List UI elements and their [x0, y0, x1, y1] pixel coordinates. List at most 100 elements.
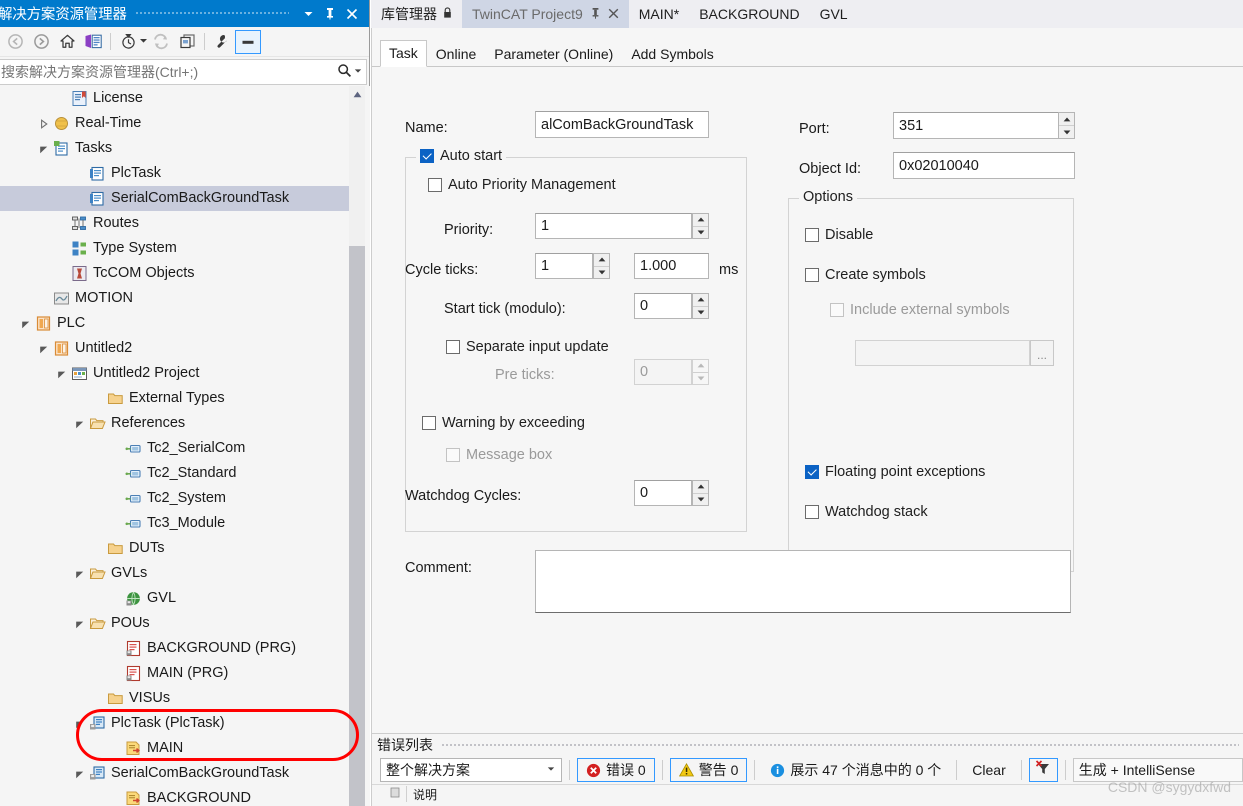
tree-item-duts[interactable]: DUTs [0, 536, 370, 561]
scroll-up-icon[interactable] [349, 86, 365, 103]
tree-item-external-types[interactable]: External Types [0, 386, 370, 411]
tree-item-serialcombackgroundtask[interactable]: SerialComBackGroundTask [0, 186, 370, 211]
start-tick-spinner[interactable] [692, 293, 709, 319]
tree-item-visus[interactable]: VISUs [0, 686, 370, 711]
cycle-ticks-spinner[interactable] [593, 253, 610, 279]
create-symbols-row[interactable]: Create symbols [805, 267, 926, 283]
cycle-ticks-spinner-up[interactable] [594, 254, 609, 267]
tree-item-serialcombackgroundtask[interactable]: SerialComBackGroundTask [0, 761, 370, 786]
tab-task[interactable]: Task [380, 40, 427, 67]
tree-item-tc3-module[interactable]: Tc3_Module [0, 511, 370, 536]
port-spinner[interactable] [1058, 112, 1075, 139]
solution-tree[interactable]: License Real-Time Tasks PlcTask SerialComBac… [0, 86, 370, 806]
cycle-time-input[interactable]: 1.000 [634, 253, 709, 279]
auto-priority-management-checkbox[interactable] [428, 178, 442, 192]
chevron-expanded-icon[interactable] [36, 141, 52, 157]
sync-with-active-document-icon[interactable] [80, 30, 106, 54]
tree-item-type-system[interactable]: Type System [0, 236, 370, 261]
priority-spinner[interactable] [692, 213, 709, 239]
cycle-ticks-spinner-down[interactable] [594, 267, 609, 279]
tree-item-gvls[interactable]: GVLs [0, 561, 370, 586]
start-tick-spinner-up[interactable] [693, 294, 708, 307]
chevron-collapsed-icon[interactable] [36, 116, 52, 132]
chevron-down-icon[interactable] [547, 765, 555, 775]
document-tab-[interactable]: 库管理器 [371, 0, 462, 28]
watchdog-cycles-spinner[interactable] [692, 480, 709, 506]
chevron-expanded-icon[interactable] [72, 616, 88, 632]
tree-item-tc2-system[interactable]: Tc2_System [0, 486, 370, 511]
port-spinner-down[interactable] [1059, 126, 1074, 138]
clear-button[interactable]: Clear [964, 758, 1013, 782]
tree-item-main-prg[interactable]: MAIN (PRG) [0, 661, 370, 686]
dropdown-icon[interactable] [297, 3, 319, 25]
document-tab-main[interactable]: MAIN* [628, 0, 690, 28]
document-tab-gvl[interactable]: GVL [809, 0, 858, 28]
tree-item-real-time[interactable]: Real-Time [0, 111, 370, 136]
tab-parameter-online[interactable]: Parameter (Online) [485, 41, 622, 67]
tree-item-tccom-objects[interactable]: TcCOM Objects [0, 261, 370, 286]
chevron-expanded-icon[interactable] [72, 716, 88, 732]
tree-item-untitled2[interactable]: Untitled2 [0, 336, 370, 361]
search-input[interactable] [0, 63, 334, 81]
tree-item-plctask-plctask[interactable]: PlcTask (PlcTask) [0, 711, 370, 736]
start-tick-spinner-down[interactable] [693, 307, 708, 319]
separate-input-update-row[interactable]: Separate input update [446, 339, 609, 355]
tree-item-motion[interactable]: MOTION [0, 286, 370, 311]
tree-item-license[interactable]: License [0, 86, 370, 111]
browse-button[interactable]: ... [1030, 340, 1054, 366]
tree-item-plc[interactable]: PLC [0, 311, 370, 336]
forward-icon[interactable] [28, 30, 54, 54]
search-input-wrapper[interactable] [0, 59, 367, 85]
auto-priority-management-row[interactable]: Auto Priority Management [428, 177, 616, 193]
collapse-all-icon[interactable] [235, 29, 261, 54]
priority-spinner-up[interactable] [693, 214, 708, 227]
home-icon[interactable] [54, 30, 80, 54]
tree-item-plctask[interactable]: PlcTask [0, 161, 370, 186]
tree-item-routes[interactable]: Routes [0, 211, 370, 236]
cycle-ticks-input[interactable]: 1 [535, 253, 593, 279]
tree-item-gvl[interactable]: GVL [0, 586, 370, 611]
tree-item-tc2-serialcom[interactable]: Tc2_SerialCom [0, 436, 370, 461]
close-icon[interactable] [341, 3, 363, 25]
start-tick-input[interactable]: 0 [634, 293, 692, 319]
error-search-input[interactable]: 生成 + IntelliSense [1072, 758, 1243, 782]
name-input[interactable]: alComBackGroundTask [535, 111, 709, 138]
chevron-expanded-icon[interactable] [36, 341, 52, 357]
tree-scrollbar-thumb[interactable] [349, 246, 365, 806]
pin-icon[interactable] [319, 3, 341, 25]
tree-item-pous[interactable]: POUs [0, 611, 370, 636]
chevron-expanded-icon[interactable] [72, 566, 88, 582]
tree-item-tasks[interactable]: Tasks [0, 136, 370, 161]
auto-start-legend[interactable]: Auto start [416, 148, 507, 164]
watchdog-cycles-spinner-up[interactable] [693, 481, 708, 494]
tree-item-main[interactable]: MAIN [0, 736, 370, 761]
chevron-expanded-icon[interactable] [18, 316, 34, 332]
errors-toggle-button[interactable]: 错误 0 [577, 758, 655, 782]
create-symbols-checkbox[interactable] [805, 268, 819, 282]
warning-by-exceeding-row[interactable]: Warning by exceeding [422, 415, 585, 431]
show-all-files-icon[interactable] [174, 30, 200, 54]
tree-item-references[interactable]: References [0, 411, 370, 436]
disable-row[interactable]: Disable [805, 227, 873, 243]
tab-add-symbols[interactable]: Add Symbols [622, 41, 722, 67]
search-options-chevron-icon[interactable] [354, 67, 366, 77]
separate-input-update-checkbox[interactable] [446, 340, 460, 354]
back-icon[interactable] [2, 30, 28, 54]
pending-changes-icon[interactable] [115, 30, 141, 54]
port-input[interactable]: 351 [893, 112, 1075, 139]
clear-filter-button[interactable] [1028, 758, 1058, 782]
close-icon[interactable] [608, 7, 619, 22]
priority-input[interactable]: 1 [535, 213, 692, 239]
port-spinner-up[interactable] [1059, 113, 1074, 126]
disable-checkbox[interactable] [805, 228, 819, 242]
auto-start-checkbox[interactable] [420, 149, 434, 163]
tab-online[interactable]: Online [427, 41, 485, 67]
warnings-toggle-button[interactable]: 警告 0 [669, 758, 748, 782]
floating-point-exceptions-row[interactable]: Floating point exceptions [805, 464, 985, 480]
chevron-expanded-icon[interactable] [72, 416, 88, 432]
chevron-expanded-icon[interactable] [72, 766, 88, 782]
floating-point-exceptions-checkbox[interactable] [805, 465, 819, 479]
warning-by-exceeding-checkbox[interactable] [422, 416, 436, 430]
tree-item-background-prg[interactable]: BACKGROUND (PRG) [0, 636, 370, 661]
tree-item-untitled2-project[interactable]: Untitled2 Project [0, 361, 370, 386]
